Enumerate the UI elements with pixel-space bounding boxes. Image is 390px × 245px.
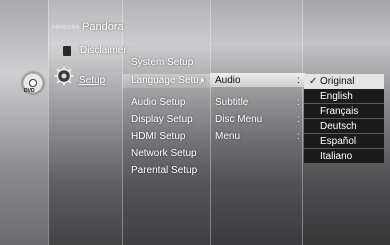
menu-item-subtitle[interactable]: Subtitle <box>215 97 248 108</box>
menu-item-menu[interactable]: Menu <box>215 131 240 142</box>
column-divider <box>302 0 303 245</box>
option-english[interactable]: English <box>304 89 384 104</box>
menu-item-hdmi-setup[interactable]: HDMI Setup <box>131 131 185 142</box>
option-label: Italiano <box>320 151 353 162</box>
brand-title[interactable]: Pandora <box>82 21 124 33</box>
option-italiano[interactable]: Italiano <box>304 149 384 164</box>
separator: : <box>297 75 300 86</box>
checkmark-icon: ✓ <box>309 76 318 87</box>
separator: : <box>297 97 300 108</box>
nav-item-disclaimer[interactable]: Disclaimer <box>80 45 127 56</box>
column-divider <box>122 0 123 245</box>
gear-icon <box>54 66 74 86</box>
menu-item-language-setup[interactable]: Language Setup <box>131 75 204 86</box>
audio-language-dropdown[interactable]: ✓ Original English Français Deutsch Espa… <box>304 74 384 166</box>
menu-item-network-setup[interactable]: Network Setup <box>131 148 197 159</box>
submenu-arrow-icon: ▸ <box>201 77 205 84</box>
left-icon-column <box>0 0 48 245</box>
disc-badge: DVD <box>24 88 35 94</box>
brand-logo: PANDORA <box>52 25 80 31</box>
option-francais[interactable]: Français <box>304 104 384 119</box>
dvd-setup-screen: DVD PANDORA Pandora Disclaimer Setup Sys… <box>0 0 390 245</box>
separator: : <box>297 114 300 125</box>
menu-item-parental-setup[interactable]: Parental Setup <box>131 165 197 176</box>
option-label: Deutsch <box>320 121 357 132</box>
document-icon <box>63 46 71 56</box>
option-original[interactable]: ✓ Original <box>304 74 384 89</box>
main-nav-column <box>48 0 122 245</box>
option-label: Español <box>320 136 357 147</box>
nav-item-setup[interactable]: Setup <box>79 75 105 86</box>
column-divider <box>48 0 49 245</box>
option-label: Original <box>320 76 355 87</box>
option-espanol[interactable]: Español <box>304 134 384 149</box>
menu-item-disc-menu[interactable]: Disc Menu <box>215 114 262 125</box>
option-deutsch[interactable]: Deutsch <box>304 119 384 134</box>
menu-item-audio-setup[interactable]: Audio Setup <box>131 97 186 108</box>
menu-item-display-setup[interactable]: Display Setup <box>131 114 193 125</box>
separator: : <box>297 131 300 142</box>
option-label: Français <box>320 106 359 117</box>
menu-item-system-setup[interactable]: System Setup <box>131 57 193 68</box>
menu-item-audio[interactable]: Audio <box>215 75 241 86</box>
option-label: English <box>320 91 353 102</box>
column-divider <box>210 0 211 245</box>
